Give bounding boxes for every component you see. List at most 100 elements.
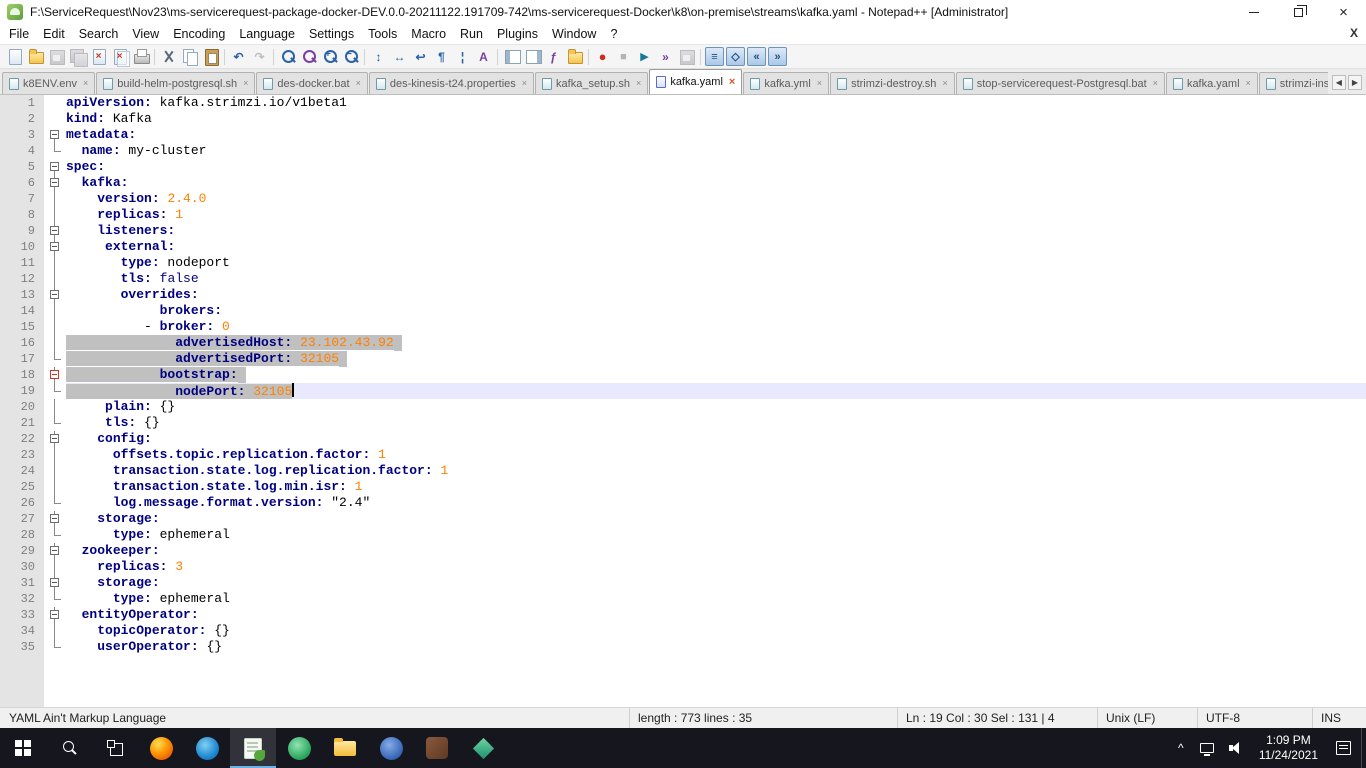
replace-icon[interactable] bbox=[299, 47, 318, 66]
menu-close-x[interactable]: X bbox=[1350, 26, 1358, 40]
tab-close-icon[interactable]: × bbox=[636, 79, 641, 88]
status-encoding[interactable]: UTF-8 bbox=[1197, 708, 1312, 728]
code-line[interactable]: zookeeper: bbox=[66, 543, 1366, 559]
fold-marker[interactable] bbox=[44, 127, 66, 143]
tab-close-icon[interactable]: × bbox=[729, 77, 735, 88]
tab-des-docker.bat[interactable]: des-docker.bat× bbox=[256, 72, 367, 94]
menu-help[interactable]: ? bbox=[603, 25, 624, 43]
show-desktop-button[interactable] bbox=[1361, 728, 1366, 768]
code-line[interactable]: advertisedHost: 23.102.43.92 bbox=[66, 335, 1366, 351]
code-line[interactable]: - broker: 0 bbox=[66, 319, 1366, 335]
menu-edit[interactable]: Edit bbox=[36, 25, 72, 43]
close-all-icon[interactable]: × bbox=[110, 47, 129, 66]
open-file-icon[interactable] bbox=[26, 47, 45, 66]
code-line[interactable]: transaction.state.log.replication.factor… bbox=[66, 463, 1366, 479]
code-line[interactable]: type: nodeport bbox=[66, 255, 1366, 271]
menu-settings[interactable]: Settings bbox=[302, 25, 361, 43]
plugin-icon-4[interactable]: » bbox=[768, 47, 787, 66]
new-file-icon[interactable] bbox=[5, 47, 24, 66]
folder-workspace-icon[interactable] bbox=[565, 47, 584, 66]
doc-list-icon[interactable] bbox=[523, 47, 542, 66]
code-line[interactable]: replicas: 3 bbox=[66, 559, 1366, 575]
tab-k8ENV.env[interactable]: k8ENV.env× bbox=[2, 72, 95, 94]
tab-stop-servicerequest-Postgresql.bat[interactable]: stop-servicerequest-Postgresql.bat× bbox=[956, 72, 1165, 94]
doc-map-icon[interactable] bbox=[502, 47, 521, 66]
tab-close-icon[interactable]: × bbox=[356, 79, 361, 88]
tab-close-icon[interactable]: × bbox=[243, 79, 248, 88]
code-line[interactable]: bootstrap: bbox=[66, 367, 1366, 383]
show-all-characters-icon[interactable]: ¶ bbox=[432, 47, 451, 66]
editor[interactable]: 1apiVersion: kafka.strimzi.io/v1beta12ki… bbox=[0, 95, 1366, 707]
define-language-icon[interactable]: A bbox=[474, 47, 493, 66]
code-line[interactable]: listeners: bbox=[66, 223, 1366, 239]
fold-marker[interactable] bbox=[44, 175, 66, 191]
minimize-button[interactable] bbox=[1231, 0, 1276, 24]
code-line[interactable]: transaction.state.log.min.isr: 1 bbox=[66, 479, 1366, 495]
taskbar-search-button[interactable] bbox=[46, 728, 92, 768]
indent-guide-icon[interactable]: ¦ bbox=[453, 47, 472, 66]
task-view-button[interactable] bbox=[92, 728, 138, 768]
code-line[interactable]: offsets.topic.replication.factor: 1 bbox=[66, 447, 1366, 463]
status-eol-format[interactable]: Unix (LF) bbox=[1097, 708, 1197, 728]
tab-kafka.yaml[interactable]: kafka.yaml× bbox=[1166, 72, 1258, 94]
fold-marker[interactable] bbox=[44, 575, 66, 591]
tab-close-icon[interactable]: × bbox=[942, 79, 947, 88]
fold-marker[interactable] bbox=[44, 239, 66, 255]
blue-app-button[interactable] bbox=[368, 728, 414, 768]
tab-close-icon[interactable]: × bbox=[1246, 79, 1251, 88]
code-line[interactable]: kind: Kafka bbox=[66, 111, 1366, 127]
menu-language[interactable]: Language bbox=[232, 25, 302, 43]
tab-des-kinesis-t24.properties[interactable]: des-kinesis-t24.properties× bbox=[369, 72, 534, 94]
tab-close-icon[interactable]: × bbox=[1153, 79, 1158, 88]
sync-horizontal-icon[interactable]: ↔ bbox=[390, 47, 409, 66]
menu-search[interactable]: Search bbox=[72, 25, 126, 43]
tab-close-icon[interactable]: × bbox=[817, 79, 822, 88]
code-line[interactable]: advertisedPort: 32105 bbox=[66, 351, 1366, 367]
teal-app-button[interactable] bbox=[460, 728, 506, 768]
fold-marker[interactable] bbox=[44, 223, 66, 239]
taskbar-clock[interactable]: 1:09 PM 11/24/2021 bbox=[1251, 733, 1326, 763]
fold-marker[interactable] bbox=[44, 511, 66, 527]
tab-kafka.yaml[interactable]: kafka.yaml× bbox=[649, 69, 742, 95]
code-line[interactable]: overrides: bbox=[66, 287, 1366, 303]
function-list-icon[interactable]: ƒ bbox=[544, 47, 563, 66]
code-line[interactable]: version: 2.4.0 bbox=[66, 191, 1366, 207]
tab-close-icon[interactable]: × bbox=[83, 79, 88, 88]
edge-app-button[interactable] bbox=[184, 728, 230, 768]
brown-app-button[interactable] bbox=[414, 728, 460, 768]
start-button[interactable] bbox=[0, 728, 46, 768]
code-line[interactable]: name: my-cluster bbox=[66, 143, 1366, 159]
run-macro-multiple-icon[interactable]: » bbox=[656, 47, 675, 66]
code-line[interactable]: log.message.format.version: "2.4" bbox=[66, 495, 1366, 511]
word-wrap-icon[interactable]: ↩ bbox=[411, 47, 430, 66]
network-icon[interactable] bbox=[1200, 743, 1214, 753]
menu-run[interactable]: Run bbox=[453, 25, 490, 43]
code-line[interactable]: external: bbox=[66, 239, 1366, 255]
undo-icon[interactable]: ↶ bbox=[229, 47, 248, 66]
tab-build-helm-postgresql.sh[interactable]: build-helm-postgresql.sh× bbox=[96, 72, 255, 94]
code-line[interactable]: replicas: 1 bbox=[66, 207, 1366, 223]
menu-tools[interactable]: Tools bbox=[361, 25, 404, 43]
menu-encoding[interactable]: Encoding bbox=[166, 25, 232, 43]
tab-strimzi-destroy.sh[interactable]: strimzi-destroy.sh× bbox=[830, 72, 955, 94]
code-line[interactable]: nodePort: 32105 bbox=[66, 383, 1366, 399]
sync-vertical-icon[interactable]: ↕ bbox=[369, 47, 388, 66]
code-line[interactable]: tls: {} bbox=[66, 415, 1366, 431]
fold-marker[interactable] bbox=[44, 367, 66, 383]
code-line[interactable]: type: ephemeral bbox=[66, 527, 1366, 543]
code-line[interactable]: brokers: bbox=[66, 303, 1366, 319]
play-macro-icon[interactable]: ▶ bbox=[635, 47, 654, 66]
code-line[interactable]: tls: false bbox=[66, 271, 1366, 287]
green-app-button[interactable] bbox=[276, 728, 322, 768]
tab-scroll-left-icon[interactable]: ◀ bbox=[1332, 75, 1346, 90]
fold-marker[interactable] bbox=[44, 431, 66, 447]
code-line[interactable]: spec: bbox=[66, 159, 1366, 175]
zoom-in-icon[interactable]: + bbox=[320, 47, 339, 66]
cut-icon[interactable] bbox=[159, 47, 178, 66]
fold-marker[interactable] bbox=[44, 543, 66, 559]
code-line[interactable]: storage: bbox=[66, 511, 1366, 527]
tray-expand-icon[interactable]: ^ bbox=[1169, 741, 1193, 755]
code-line[interactable]: type: ephemeral bbox=[66, 591, 1366, 607]
copy-icon[interactable] bbox=[180, 47, 199, 66]
volume-icon[interactable] bbox=[1228, 741, 1244, 755]
